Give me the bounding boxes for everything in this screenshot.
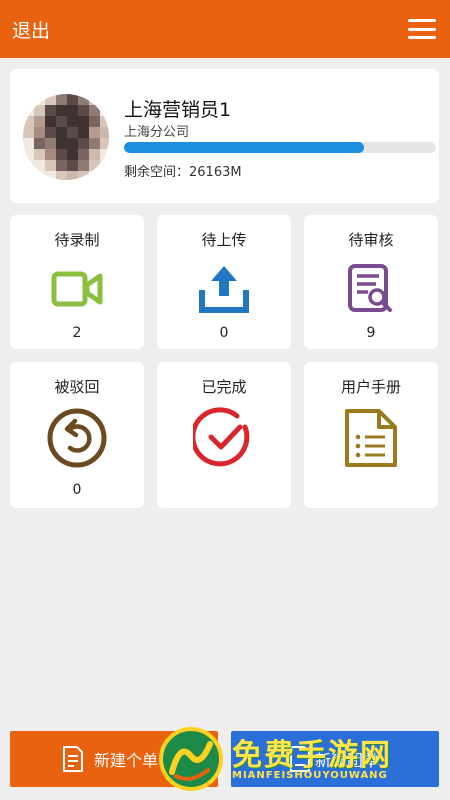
video-camera-icon <box>45 259 109 319</box>
tile-user-manual[interactable]: 用户手册 <box>304 362 438 508</box>
avatar[interactable] <box>23 94 109 180</box>
undo-circle-icon <box>45 406 109 470</box>
watermark-subtitle: MIANFEISHOUYOUWANG <box>232 770 388 781</box>
tile-count: 9 <box>366 325 376 341</box>
tile-label: 用户手册 <box>340 378 401 396</box>
tile-pending-review[interactable]: 待审核 9 <box>304 215 438 349</box>
top-bar: 退出 <box>0 0 450 58</box>
tile-rejected[interactable]: 被驳回 0 <box>10 362 144 508</box>
watermark-logo-icon <box>159 727 223 791</box>
hamburger-menu-icon[interactable] <box>408 19 436 39</box>
logout-button[interactable]: 退出 <box>12 16 50 43</box>
watermark-title: 免费手游网 <box>232 738 392 773</box>
company-name: 上海分公司 <box>124 125 190 140</box>
storage-progress-fill <box>124 142 365 153</box>
profile-card: 上海营销员1 上海分公司 剩余空间：26163M <box>10 69 439 203</box>
watermark: 免费手游网 MIANFEISHOUYOUWANG <box>158 724 444 794</box>
document-search-icon <box>339 259 403 319</box>
check-circle-icon <box>192 406 256 470</box>
document-icon <box>62 745 84 777</box>
tile-pending-upload[interactable]: 待上传 0 <box>157 215 291 349</box>
tile-label: 已完成 <box>201 378 247 396</box>
tile-label: 待录制 <box>54 231 100 249</box>
tile-count: 0 <box>72 482 82 498</box>
tile-count: 0 <box>219 325 229 341</box>
upload-icon <box>192 259 256 319</box>
storage-remaining-text: 剩余空间：26163M <box>124 165 242 180</box>
tile-pending-record[interactable]: 待录制 2 <box>10 215 144 349</box>
tile-label: 被驳回 <box>54 378 100 396</box>
document-list-icon <box>339 406 403 470</box>
tile-label: 待上传 <box>201 231 247 249</box>
tile-completed[interactable]: 已完成 <box>157 362 291 508</box>
tile-label: 待审核 <box>348 231 394 249</box>
tile-count: 2 <box>72 325 82 341</box>
storage-progress-bar <box>124 142 436 153</box>
user-name: 上海营销员1 <box>124 99 232 121</box>
new-single-label: 新建个单 <box>94 751 159 770</box>
